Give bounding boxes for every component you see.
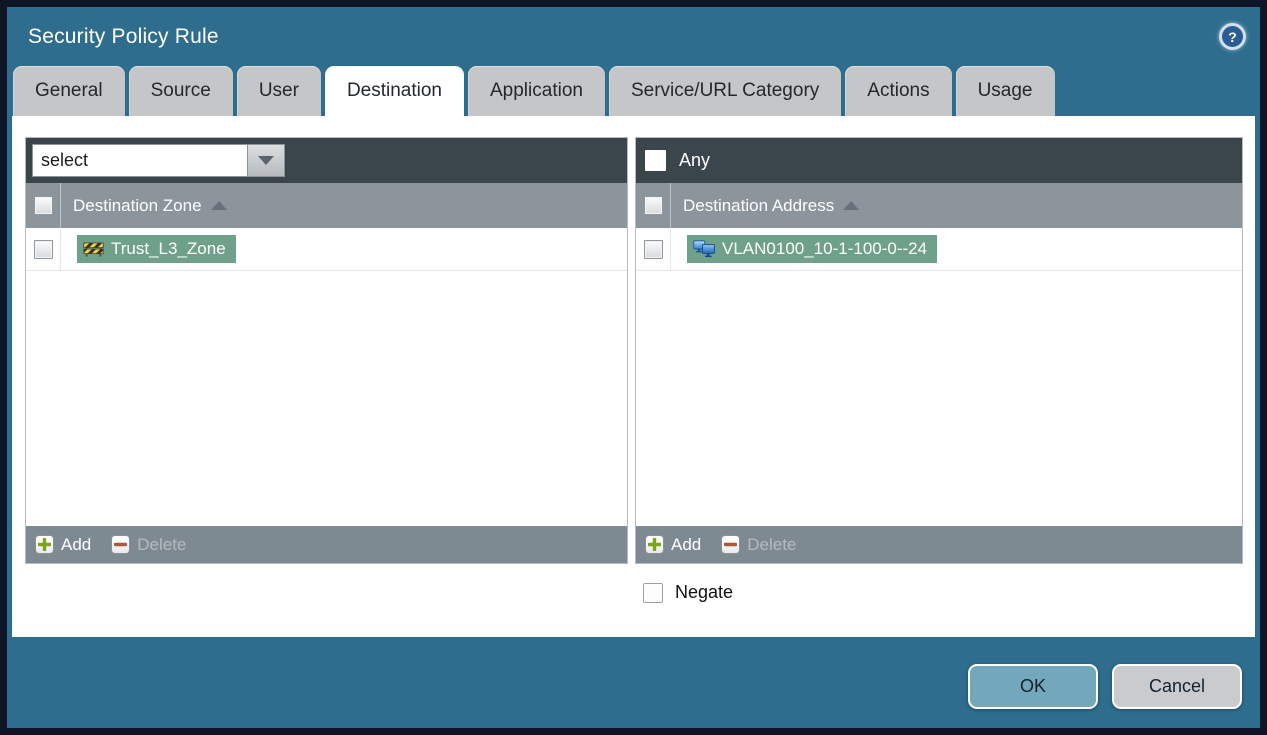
zone-select-value[interactable]: select bbox=[32, 144, 247, 177]
zone-toolbar: Add Delete bbox=[26, 526, 627, 563]
add-address-button[interactable]: Add bbox=[645, 535, 701, 555]
zone-column-title: Destination Zone bbox=[73, 195, 202, 215]
address-item-label: VLAN0100_10-1-100-0--24 bbox=[722, 239, 928, 258]
tab-usage[interactable]: Usage bbox=[955, 66, 1055, 116]
tab-bar: General Source User Destination Applicat… bbox=[7, 66, 1260, 116]
address-row-checkbox[interactable] bbox=[643, 239, 663, 259]
destination-zone-panel: select Destination Zone Trust_L3_Zone Ad… bbox=[25, 137, 628, 564]
delete-label: Delete bbox=[137, 534, 187, 554]
zone-row-checkbox[interactable] bbox=[33, 239, 53, 259]
address-column-sort[interactable]: Destination Address bbox=[671, 195, 860, 216]
dialog-title: Security Policy Rule bbox=[28, 24, 219, 48]
add-icon bbox=[645, 535, 664, 554]
table-row: VLAN0100_10-1-100-0--24 bbox=[636, 228, 1242, 271]
zone-icon bbox=[83, 242, 104, 257]
tab-source[interactable]: Source bbox=[128, 66, 233, 116]
title-bar: Security Policy Rule ? bbox=[7, 7, 1260, 66]
delete-address-button[interactable]: Delete bbox=[721, 535, 796, 555]
add-icon bbox=[35, 535, 54, 554]
zone-column-sort[interactable]: Destination Zone bbox=[61, 196, 227, 216]
destination-tab-content: select Destination Zone Trust_L3_Zone Ad… bbox=[12, 116, 1255, 637]
zone-column-header-row: Destination Zone bbox=[26, 183, 627, 228]
tab-user[interactable]: User bbox=[236, 66, 321, 116]
zone-rows: Trust_L3_Zone bbox=[26, 228, 627, 526]
delete-icon bbox=[111, 535, 131, 554]
zone-select-dropdown[interactable]: select bbox=[32, 144, 285, 177]
sort-asc-icon bbox=[843, 201, 860, 210]
address-icon bbox=[693, 240, 715, 258]
delete-icon bbox=[721, 535, 741, 554]
negate-row: Negate bbox=[643, 582, 1243, 603]
sort-asc-icon bbox=[210, 201, 227, 210]
tab-application[interactable]: Application bbox=[468, 66, 605, 116]
address-rows: VLAN0100_10-1-100-0--24 bbox=[636, 228, 1242, 526]
add-label: Add bbox=[61, 534, 92, 554]
zone-select-bar: select bbox=[26, 138, 627, 183]
help-icon[interactable]: ? bbox=[1219, 23, 1246, 50]
negate-checkbox[interactable] bbox=[643, 582, 663, 603]
table-row: Trust_L3_Zone bbox=[26, 228, 627, 271]
address-column-title: Destination Address bbox=[683, 195, 835, 215]
ok-button[interactable]: OK bbox=[968, 664, 1098, 709]
address-toolbar: Add Delete bbox=[636, 526, 1242, 563]
zone-item-label: Trust_L3_Zone bbox=[111, 239, 226, 258]
add-zone-button[interactable]: Add bbox=[35, 535, 91, 555]
tab-actions[interactable]: Actions bbox=[845, 66, 952, 116]
select-all-zones-checkbox[interactable] bbox=[33, 196, 53, 215]
dialog-footer: OK Cancel bbox=[7, 637, 1260, 728]
delete-label: Delete bbox=[747, 534, 797, 554]
address-item-vlan0100[interactable]: VLAN0100_10-1-100-0--24 bbox=[687, 235, 938, 263]
any-bar: Any bbox=[636, 138, 1242, 183]
chevron-down-icon[interactable] bbox=[247, 144, 285, 177]
cancel-button[interactable]: Cancel bbox=[1112, 664, 1242, 709]
negate-label: Negate bbox=[675, 582, 734, 602]
zone-item-trust-l3-zone[interactable]: Trust_L3_Zone bbox=[77, 235, 236, 263]
destination-address-panel: Any Destination Address VLAN0100_10-1-10… bbox=[635, 137, 1243, 564]
any-checkbox[interactable] bbox=[645, 150, 666, 171]
address-column-header-row: Destination Address bbox=[636, 183, 1242, 228]
security-policy-rule-dialog: Security Policy Rule ? General Source Us… bbox=[0, 0, 1267, 735]
tab-service-url-category[interactable]: Service/URL Category bbox=[608, 66, 842, 116]
delete-zone-button[interactable]: Delete bbox=[111, 535, 186, 555]
select-all-addresses-checkbox[interactable] bbox=[643, 196, 663, 215]
tab-destination[interactable]: Destination bbox=[324, 66, 464, 116]
tab-general[interactable]: General bbox=[13, 66, 125, 116]
any-label: Any bbox=[679, 150, 711, 170]
add-label: Add bbox=[671, 534, 702, 554]
